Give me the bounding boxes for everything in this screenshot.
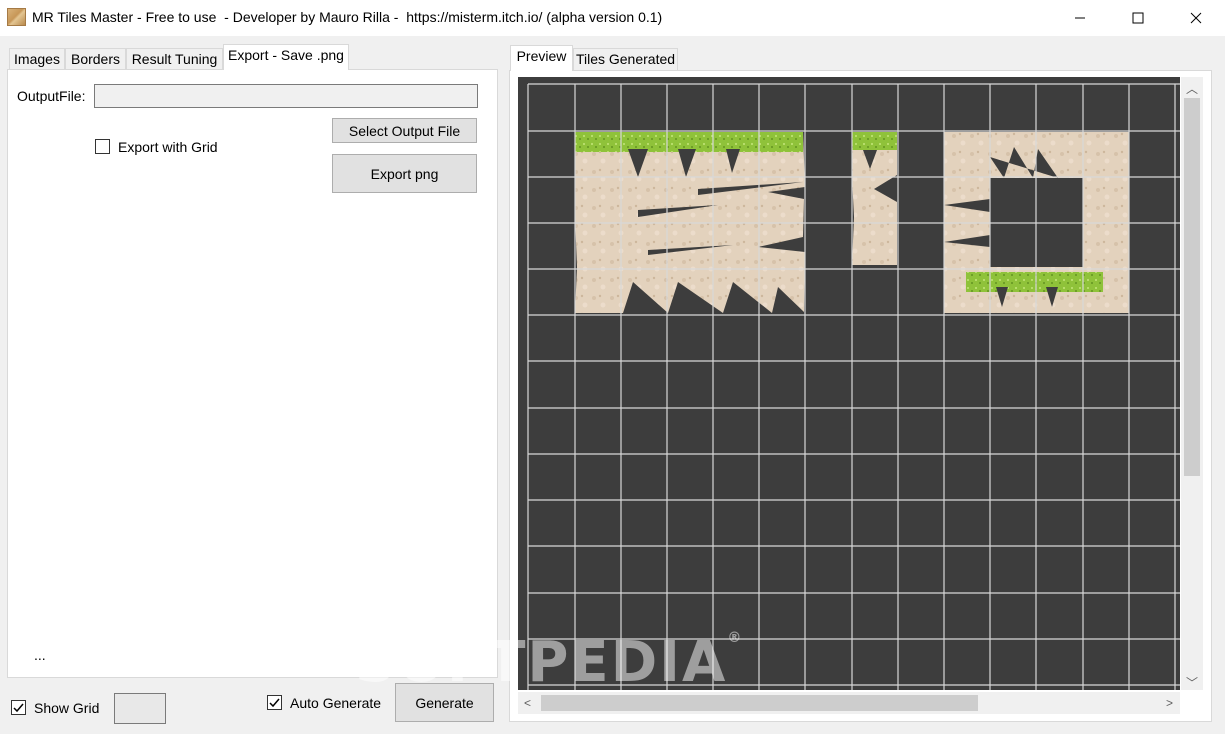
grid-color-swatch[interactable] xyxy=(114,693,166,724)
window-title: MR Tiles Master - Free to use - Develope… xyxy=(32,9,663,25)
close-button[interactable] xyxy=(1173,0,1219,36)
export-with-grid-label: Export with Grid xyxy=(118,139,218,155)
tab-tiles-generated[interactable]: Tiles Generated xyxy=(573,48,678,70)
output-file-label: OutputFile: xyxy=(17,88,86,104)
auto-generate-checkbox[interactable] xyxy=(267,695,282,710)
export-with-grid-checkbox[interactable] xyxy=(95,139,110,154)
scroll-right-icon[interactable]: > xyxy=(1166,696,1173,710)
tab-images[interactable]: Images xyxy=(9,48,65,70)
watermark-text: SOFTPEDIA xyxy=(355,630,728,695)
vertical-scroll-thumb[interactable] xyxy=(1184,98,1200,476)
maximize-button[interactable] xyxy=(1115,0,1161,36)
select-output-file-button[interactable]: Select Output File xyxy=(332,118,477,143)
show-grid-checkbox[interactable] xyxy=(11,700,26,715)
scroll-up-icon[interactable]: ︿ xyxy=(1186,80,1198,97)
minimize-button[interactable] xyxy=(1057,0,1103,36)
app-icon xyxy=(7,8,26,26)
tab-preview[interactable]: Preview xyxy=(510,45,573,71)
scroll-down-icon[interactable]: ﹀ xyxy=(1186,674,1198,691)
tab-borders[interactable]: Borders xyxy=(65,48,126,70)
output-file-field[interactable] xyxy=(94,84,478,108)
scroll-left-icon[interactable]: < xyxy=(524,696,531,710)
horizontal-scroll-thumb[interactable] xyxy=(541,695,978,711)
close-icon xyxy=(1190,12,1202,24)
title-bar: MR Tiles Master - Free to use - Develope… xyxy=(0,0,1225,36)
tile-preview-image xyxy=(527,83,1180,690)
maximize-icon xyxy=(1132,12,1144,24)
tab-export-save-png[interactable]: Export - Save .png xyxy=(223,44,349,70)
export-png-button[interactable]: Export png xyxy=(332,154,477,193)
auto-generate-label: Auto Generate xyxy=(290,695,382,711)
checkmark-icon xyxy=(269,698,280,708)
minimize-icon xyxy=(1075,17,1085,19)
preview-canvas[interactable] xyxy=(518,77,1180,690)
checkmark-icon xyxy=(13,703,24,713)
ellipsis-label: ... xyxy=(34,647,46,663)
watermark-registered-mark: ® xyxy=(727,630,744,646)
show-grid-label: Show Grid xyxy=(34,700,100,716)
watermark-logo: SOFTPEDIA® xyxy=(355,630,743,695)
tile-group-column xyxy=(852,132,897,265)
tab-result-tuning[interactable]: Result Tuning xyxy=(126,48,223,70)
